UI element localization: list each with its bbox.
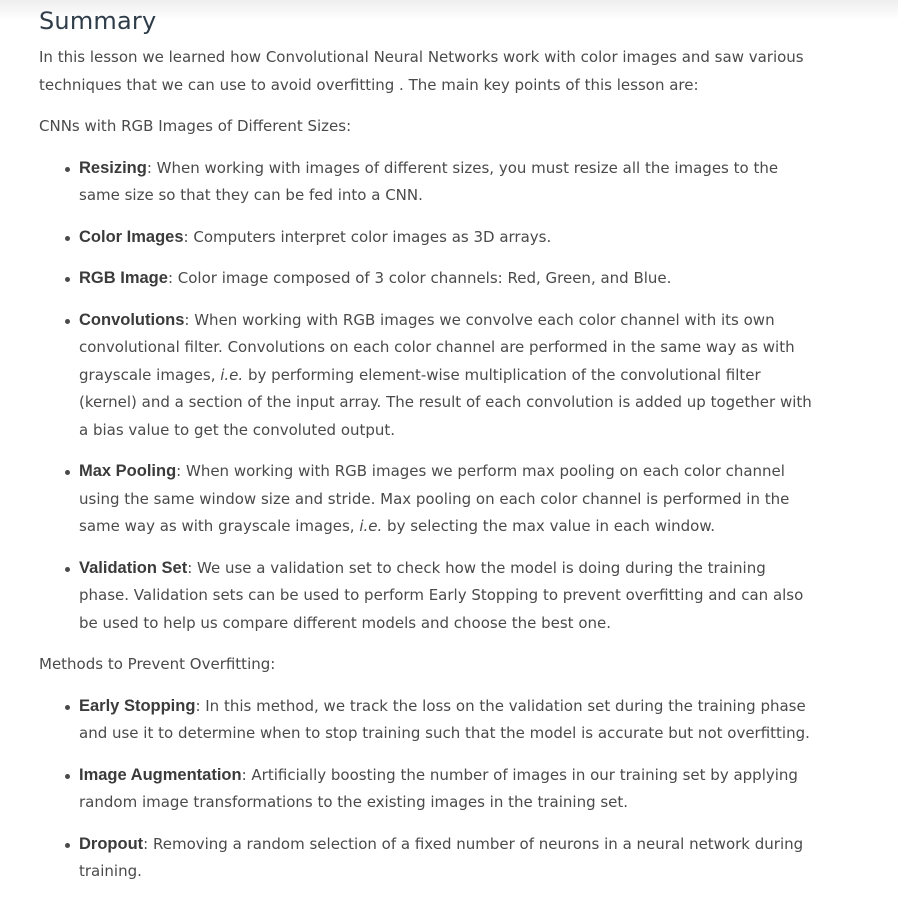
list-item-validation-set: Validation Set: We use a validation set … bbox=[65, 555, 819, 638]
term-description: : Color image composed of 3 color channe… bbox=[167, 269, 672, 287]
list-item-convolutions: Convolutions: When working with RGB imag… bbox=[65, 307, 819, 445]
ie-abbreviation: i.e. bbox=[359, 517, 383, 535]
bullet-icon bbox=[65, 277, 70, 282]
bullet-icon bbox=[65, 235, 70, 241]
term-description: : When working with images of different … bbox=[79, 158, 779, 205]
cnn-rgb-key-points: Resizing: When working with images of di… bbox=[39, 155, 889, 638]
list-item-max-pooling: Max Pooling: When working with RGB image… bbox=[65, 458, 819, 541]
section-heading-cnn-rgb: CNNs with RGB Images of Different Sizes: bbox=[39, 117, 352, 135]
term-label: Convolutions bbox=[79, 310, 185, 329]
bullet-icon bbox=[65, 166, 70, 172]
bullet-icon bbox=[65, 842, 70, 848]
bullet-icon bbox=[65, 470, 70, 475]
list-item-early-stopping: Early Stopping: In this method, we track… bbox=[65, 693, 819, 748]
ie-abbreviation: i.e. bbox=[220, 365, 244, 384]
term-label: Early Stopping bbox=[79, 696, 196, 715]
term-description: : Computers interpret color images as 3D… bbox=[183, 227, 552, 246]
term-label: Dropout bbox=[79, 834, 144, 853]
term-label: Resizing bbox=[79, 158, 147, 177]
term-label: Color Images bbox=[79, 227, 184, 246]
list-item-color-images: Color Images: Computers interpret color … bbox=[65, 224, 819, 252]
lesson-summary: Summary In this lesson we learned how Co… bbox=[39, 4, 889, 886]
list-item-resizing: Resizing: When working with images of di… bbox=[65, 155, 819, 210]
page-title: Summary bbox=[39, 7, 157, 35]
term-label: RGB Image bbox=[79, 269, 168, 287]
term-label: Validation Set bbox=[79, 558, 188, 577]
list-item-dropout: Dropout: Removing a random selection of … bbox=[65, 831, 819, 886]
term-label: Image Augmentation bbox=[79, 765, 242, 784]
term-description: : Removing a random selection of a fixed… bbox=[79, 834, 804, 881]
section-heading-overfitting: Methods to Prevent Overfitting: bbox=[39, 655, 276, 673]
list-item-rgb-image: RGB Image: Color image composed of 3 col… bbox=[65, 265, 819, 293]
term-description-cont: by selecting the max value in each windo… bbox=[382, 517, 716, 535]
overfitting-methods-list: Early Stopping: In this method, we track… bbox=[39, 693, 889, 886]
bullet-icon bbox=[65, 773, 70, 779]
bullet-icon bbox=[65, 566, 70, 572]
list-item-image-augmentation: Image Augmentation: Artificially boostin… bbox=[65, 762, 819, 817]
intro-paragraph: In this lesson we learned how Convolutio… bbox=[39, 48, 804, 94]
term-label: Max Pooling bbox=[79, 462, 177, 480]
term-description: : We use a validation set to check how t… bbox=[79, 558, 804, 632]
bullet-icon bbox=[65, 704, 70, 710]
bullet-icon bbox=[65, 318, 70, 324]
